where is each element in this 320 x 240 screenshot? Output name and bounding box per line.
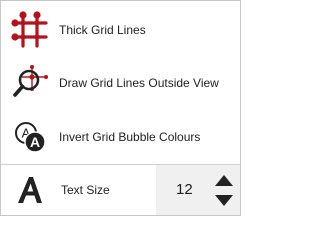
svg-text:A: A [30, 134, 40, 150]
menu-item-label: Thick Grid Lines [59, 23, 146, 37]
text-size-icon [15, 173, 45, 207]
menu-item-invert-grid-bubble-colours[interactable]: A A Invert Grid Bubble Colours [1, 110, 240, 164]
text-size-row: Text Size 12 [1, 165, 240, 215]
grid-options-panel: Thick Grid Lines Draw Grid Lines Outside… [0, 0, 241, 216]
triangle-up-icon [215, 175, 233, 186]
menu-item-label: Draw Grid Lines Outside View [59, 76, 219, 90]
text-size-value[interactable]: 12 [176, 181, 193, 198]
text-size-stepper[interactable]: 12 [156, 165, 240, 215]
menu-item-thick-grid-lines[interactable]: Thick Grid Lines [1, 3, 240, 57]
triangle-down-icon [215, 195, 233, 206]
menu-item-draw-grid-lines-outside-view[interactable]: Draw Grid Lines Outside View [1, 56, 240, 110]
menu-item-label: Invert Grid Bubble Colours [59, 130, 201, 144]
decrement-button[interactable] [212, 191, 236, 211]
increment-button[interactable] [212, 170, 236, 190]
invert-grid-bubble-icon: A A [11, 118, 49, 156]
grid-lines-outside-view-icon [11, 64, 49, 102]
text-size-label: Text Size [61, 183, 110, 197]
thick-grid-lines-icon [11, 11, 49, 49]
